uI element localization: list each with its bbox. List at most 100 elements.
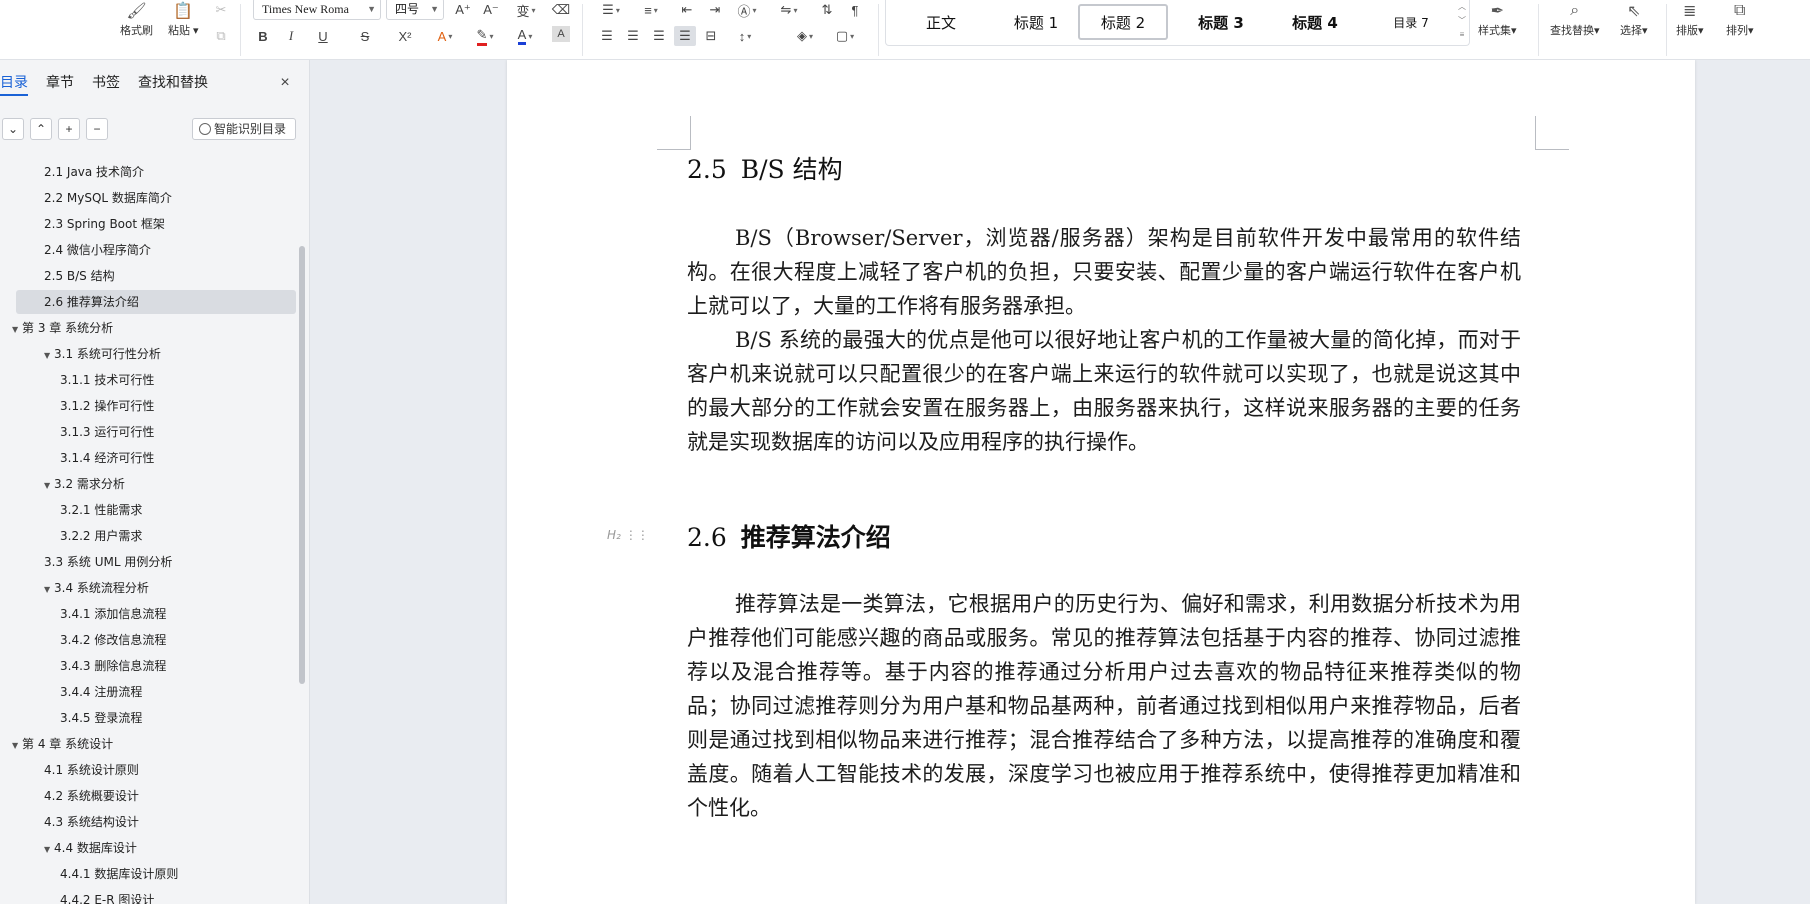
toc-item[interactable]: 3.3 系统 UML 用例分析 xyxy=(16,550,296,574)
font-grow-icon[interactable]: A⁺ xyxy=(452,0,474,20)
text-effect-icon[interactable]: A ▾ xyxy=(430,26,460,46)
expand-toggle-icon[interactable]: ▼ xyxy=(44,474,54,498)
decrease-indent-icon[interactable]: ⇤ xyxy=(676,0,698,20)
copy-icon[interactable]: ⧉ xyxy=(210,26,232,46)
font-shrink-icon[interactable]: A⁻ xyxy=(480,0,502,20)
arrange-button[interactable]: ⧉ 排列▾ xyxy=(1726,0,1754,38)
heading-2-6[interactable]: 2.6 推荐算法介绍 xyxy=(687,518,891,554)
toc-item[interactable]: 2.3 Spring Boot 框架 xyxy=(16,212,296,236)
toc-item[interactable]: 3.1.2 操作可行性 xyxy=(16,394,296,418)
toc-item[interactable]: ▼ 第 3 章 系统分析 xyxy=(6,316,286,340)
font-color-icon[interactable]: A ▾ xyxy=(510,26,540,46)
line-break-icon[interactable]: ⇋ ▾ xyxy=(774,0,804,20)
expand-toggle-icon[interactable]: ▼ xyxy=(44,838,54,862)
toc-item[interactable]: 4.3 系统结构设计 xyxy=(16,810,296,834)
line-spacing-icon[interactable]: ↕ ▾ xyxy=(730,26,760,46)
border-icon[interactable]: ▢ ▾ xyxy=(830,26,860,46)
close-icon[interactable]: × xyxy=(276,74,294,92)
strikethrough-icon[interactable]: S xyxy=(350,26,380,46)
toc-item[interactable]: 3.1.3 运行可行性 xyxy=(16,420,296,444)
toc-item[interactable]: 3.4.2 修改信息流程 xyxy=(16,628,296,652)
tab-chapters[interactable]: 章节 xyxy=(46,72,74,96)
paragraph[interactable]: B/S（Browser/Server，浏览器/服务器）架构是目前软件开发中最常用… xyxy=(687,221,1521,323)
font-name-select[interactable]: Times New Roma ▼ xyxy=(253,0,381,20)
toc-item[interactable]: ▼ 第 4 章 系统设计 xyxy=(6,732,286,756)
format-painter-button[interactable]: 🖌 格式刷 xyxy=(120,0,153,38)
toc-item[interactable]: 2.2 MySQL 数据库简介 xyxy=(16,186,296,210)
paste-button[interactable]: 📋 粘贴 ▾ xyxy=(168,0,199,38)
toc-item[interactable]: 3.2.2 用户需求 xyxy=(16,524,296,548)
expand-toggle-icon[interactable]: ▼ xyxy=(12,318,22,342)
phonetic-guide-icon[interactable]: 变 ▾ xyxy=(510,0,542,20)
sort-icon[interactable]: ⇅ xyxy=(816,0,838,20)
toc-item[interactable]: 3.2.1 性能需求 xyxy=(16,498,296,522)
style-heading-4[interactable]: 标题 4 xyxy=(1270,4,1360,40)
toc-item[interactable]: 4.4.1 数据库设计原则 xyxy=(16,862,296,886)
toc-item[interactable]: ▼ 3.4 系统流程分析 xyxy=(16,576,296,600)
cut-icon[interactable]: ✂ xyxy=(210,0,232,20)
expand-toggle-icon[interactable]: ▼ xyxy=(44,578,54,602)
show-marks-icon[interactable]: ¶ xyxy=(844,0,866,20)
char-shading-icon[interactable]: A xyxy=(552,26,570,42)
tab-bookmarks[interactable]: 书签 xyxy=(92,72,120,96)
align-center-icon[interactable]: ☰ xyxy=(622,26,644,46)
paragraph[interactable]: 推荐算法是一类算法，它根据用户的历史行为、偏好和需求，利用数据分析技术为用户推荐… xyxy=(687,587,1521,825)
toc-item[interactable]: 3.4.1 添加信息流程 xyxy=(16,602,296,626)
highlight-color-icon[interactable]: ✎ ▾ xyxy=(470,26,500,46)
expand-toggle-icon[interactable]: ▼ xyxy=(44,344,54,368)
font-size-select[interactable]: 四号 ▼ xyxy=(386,0,444,20)
layout-button[interactable]: ≣ 排版▾ xyxy=(1676,0,1704,38)
paragraph[interactable]: B/S 系统的最强大的优点是他可以很好地让客户机的工作量被大量的简化掉，而对于客… xyxy=(687,323,1521,459)
heading-level-marker[interactable]: H₂ ⋮⋮ xyxy=(607,528,649,542)
nav-scrollbar[interactable] xyxy=(299,246,305,684)
gallery-scroll[interactable]: ︿ ﹀ ≡ xyxy=(1457,0,1467,42)
expand-down-button[interactable]: ⌄ xyxy=(2,118,24,140)
text-direction-icon[interactable]: Ⓐ ▾ xyxy=(732,0,762,20)
style-normal[interactable]: 正文 xyxy=(906,4,976,40)
toc-item[interactable]: 3.4.5 登录流程 xyxy=(16,706,296,730)
toc-item[interactable]: 4.2 系统概要设计 xyxy=(16,784,296,808)
toc-item[interactable]: 3.4.4 注册流程 xyxy=(16,680,296,704)
clear-format-icon[interactable]: ⌫ xyxy=(550,0,572,20)
bold-icon[interactable]: B xyxy=(252,26,274,46)
style-set-button[interactable]: ✒ 样式集▾ xyxy=(1478,0,1517,38)
style-heading-1[interactable]: 标题 1 xyxy=(996,4,1076,40)
toc-item[interactable]: 2.4 微信小程序简介 xyxy=(16,238,296,262)
tab-find-replace[interactable]: 查找和替换 xyxy=(138,72,208,96)
toc-item[interactable]: 4.4.2 E-R 图设计 xyxy=(16,888,296,904)
toc-item[interactable]: 2.5 B/S 结构 xyxy=(16,264,296,288)
add-entry-button[interactable]: + xyxy=(58,118,80,140)
expand-toggle-icon[interactable]: ▼ xyxy=(12,734,22,758)
smart-toc-button[interactable]: 智能识别目录 xyxy=(192,118,296,140)
find-replace-button[interactable]: ⌕ 查找替换▾ xyxy=(1550,0,1600,38)
remove-entry-button[interactable]: − xyxy=(86,118,108,140)
underline-icon[interactable]: U xyxy=(308,26,338,46)
align-right-icon[interactable]: ☰ xyxy=(648,26,670,46)
document-page[interactable]: 2.5 B/S 结构 B/S（Browser/Server，浏览器/服务器）架构是… xyxy=(507,60,1695,904)
style-toc-7[interactable]: 目录 7 xyxy=(1366,4,1456,40)
distribute-icon[interactable]: ⊟ xyxy=(700,26,722,46)
toc-item[interactable]: 3.1.4 经济可行性 xyxy=(16,446,296,470)
toc-item[interactable]: 2.6 推荐算法介绍 xyxy=(16,290,296,314)
toc-item[interactable]: 2.1 Java 技术简介 xyxy=(16,160,296,184)
toc-item[interactable]: 3.1.1 技术可行性 xyxy=(16,368,296,392)
italic-icon[interactable]: I xyxy=(280,26,302,46)
collapse-up-button[interactable]: ⌃ xyxy=(30,118,52,140)
numbered-list-icon[interactable]: ≡ ▾ xyxy=(636,0,666,20)
toc-item[interactable]: ▼ 4.4 数据库设计 xyxy=(16,836,296,860)
align-left-icon[interactable]: ☰ xyxy=(596,26,618,46)
toc-item[interactable]: ▼ 3.1 系统可行性分析 xyxy=(16,342,296,366)
increase-indent-icon[interactable]: ⇥ xyxy=(704,0,726,20)
toc-item[interactable]: 3.4.3 删除信息流程 xyxy=(16,654,296,678)
superscript-icon[interactable]: X² xyxy=(390,26,420,46)
justify-icon[interactable]: ☰ xyxy=(674,26,696,46)
bullet-list-icon[interactable]: ☰ ▾ xyxy=(596,0,626,20)
toc-item[interactable]: 4.1 系统设计原则 xyxy=(16,758,296,782)
style-heading-3[interactable]: 标题 3 xyxy=(1176,4,1266,40)
toc-item[interactable]: ▼ 3.2 需求分析 xyxy=(16,472,296,496)
select-button[interactable]: ⇖ 选择▾ xyxy=(1620,0,1648,38)
shading-icon[interactable]: ◈ ▾ xyxy=(790,26,820,46)
heading-2-5[interactable]: 2.5 B/S 结构 xyxy=(687,150,843,186)
drag-handle-icon[interactable]: ⋮⋮ xyxy=(625,528,649,542)
style-heading-2[interactable]: 标题 2 xyxy=(1078,4,1168,40)
